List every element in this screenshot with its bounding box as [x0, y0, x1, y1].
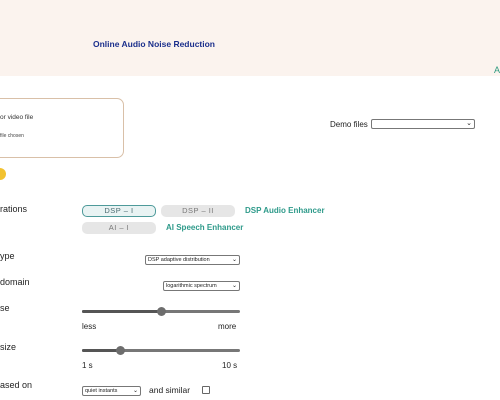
type-select-value: DSP adaptive distribution	[148, 257, 210, 263]
mode-ai-1-button[interactable]: AI – I	[82, 222, 156, 234]
similar-label: and similar	[149, 385, 191, 395]
upload-title: or video file	[0, 114, 34, 121]
upload-status: file chosen	[0, 133, 24, 139]
type-select[interactable]: DSP adaptive distribution ⌄	[145, 255, 240, 265]
header-banner: Online Audio Noise Reduction A	[0, 0, 500, 76]
size-slider-thumb[interactable]	[116, 346, 125, 355]
based-on-select-value: quiet instants	[85, 388, 118, 394]
chevron-down-icon: ⌄	[231, 257, 237, 263]
label-domain: domain	[0, 277, 30, 287]
chevron-down-icon: ⌄	[132, 388, 138, 394]
chevron-down-icon: ⌄	[231, 283, 237, 289]
ai-enhancer-link[interactable]: AI Speech Enhancer	[166, 223, 243, 232]
mode-dsp-1-button[interactable]: DSP – I	[82, 205, 156, 217]
noise-slider-fill	[82, 310, 161, 313]
dsp-enhancer-link[interactable]: DSP Audio Enhancer	[245, 206, 325, 215]
demo-files-label: Demo files	[330, 120, 368, 129]
label-type: ype	[0, 251, 15, 261]
label-noise: se	[0, 303, 10, 313]
label-based-on: ased on	[0, 380, 33, 390]
size-min-label: 1 s	[82, 361, 93, 370]
site-title: Online Audio Noise Reduction	[93, 39, 215, 49]
domain-select-value: logarithmic spectrum	[166, 283, 217, 289]
similar-checkbox[interactable]	[202, 386, 210, 394]
domain-select[interactable]: logarithmic spectrum ⌄	[163, 281, 240, 291]
status-dot-icon	[0, 168, 6, 180]
noise-min-label: less	[82, 322, 97, 331]
mode-dsp-2-button[interactable]: DSP – II	[161, 205, 235, 217]
label-size: size	[0, 342, 17, 352]
size-max-label: 10 s	[222, 361, 238, 370]
demo-files-select[interactable]: ⌄	[371, 119, 475, 129]
noise-slider-thumb[interactable]	[157, 307, 166, 316]
noise-max-label: more	[218, 322, 237, 331]
label-configurations: rations	[0, 204, 28, 214]
chevron-down-icon: ⌄	[466, 120, 472, 127]
upload-box[interactable]	[0, 98, 124, 158]
corner-letter: A	[494, 65, 500, 75]
based-on-select[interactable]: quiet instants ⌄	[82, 386, 141, 396]
